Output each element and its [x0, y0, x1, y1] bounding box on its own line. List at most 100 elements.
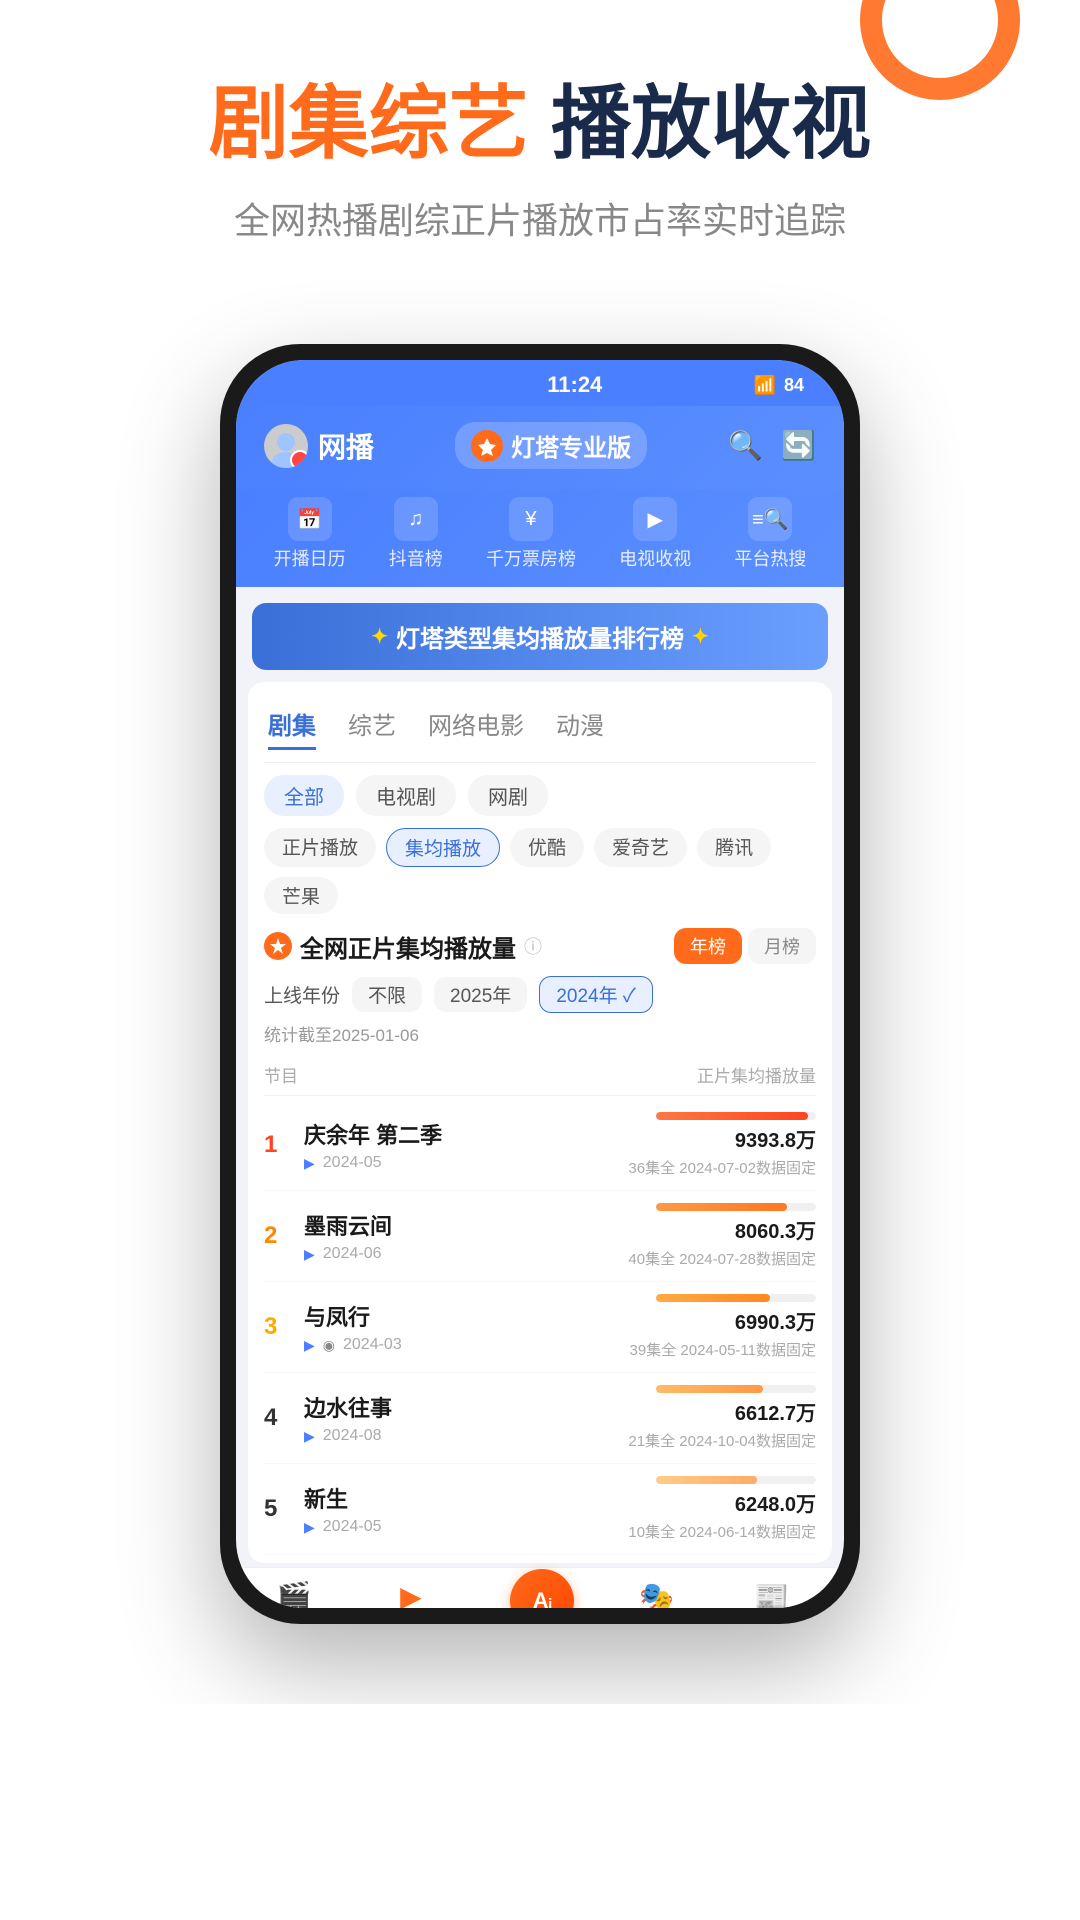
play-icon-4: ▶	[304, 1428, 315, 1445]
play-icon: ▶	[633, 497, 677, 541]
lighthouse-badge[interactable]: 灯塔专业版	[455, 422, 647, 469]
bar-fill-5	[656, 1476, 757, 1484]
shows-nav-icon: 🎭	[639, 1580, 674, 1608]
bottom-nav-center-ai[interactable]: Aᵢ	[510, 1569, 574, 1609]
rank-year-1: 2024-05	[323, 1154, 382, 1172]
bar-container-2	[656, 1203, 816, 1211]
cat-tab-drama[interactable]: 剧集	[268, 706, 316, 750]
banner-text: 灯塔类型集均播放量排行榜	[396, 619, 684, 654]
rank-title-5: 新生	[304, 1482, 628, 1514]
section-title-row: 全网正片集均播放量 ⓘ 年榜 月榜	[264, 928, 816, 964]
year-tag-2025[interactable]: 2025年	[434, 977, 527, 1012]
search-icon[interactable]: 🔍	[728, 429, 763, 462]
rank-right-4: 6612.7万 21集全 2024-10-04数据固定	[628, 1385, 816, 1451]
music-icon: ♫	[394, 497, 438, 541]
play-icon-2: ▶	[304, 1246, 315, 1263]
nav-tab-calendar[interactable]: 📅 开播日历	[274, 497, 346, 571]
platform-row: 正片播放 集均播放 优酷 爱奇艺 腾讯 芒果	[264, 828, 816, 914]
nav-tab-calendar-label: 开播日历	[274, 545, 346, 571]
rank-item-1[interactable]: 1 庆余年 第二季 ▶ 2024-05 9393	[264, 1100, 816, 1191]
table-header: 节目 正片集均播放量	[264, 1058, 816, 1096]
bottom-nav: 🎬 电影 ▶ 网播/收视 Aᵢ 🎭 演出 📰	[236, 1567, 844, 1608]
banner-star-left: ✦	[371, 624, 388, 649]
sub-pill-all[interactable]: 全部	[264, 775, 344, 816]
sub-pill-tv[interactable]: 电视剧	[356, 775, 456, 816]
nav-tabs: 📅 开播日历 ♫ 抖音榜 ¥ 千万票房榜 ▶ 电视收视	[236, 489, 844, 587]
bar-container-5	[656, 1476, 816, 1484]
rank-num-4: 4	[264, 1404, 300, 1432]
hero-subtitle: 全网热播剧综正片播放市占率实时追踪	[0, 192, 1080, 244]
rank-item-2[interactable]: 2 墨雨云间 ▶ 2024-06 8060.3万	[264, 1191, 816, 1282]
user-avatar[interactable]	[264, 424, 308, 468]
year-filter: 上线年份 不限 2025年 2024年 ✓	[264, 976, 816, 1013]
banner[interactable]: ✦ 灯塔类型集均播放量排行榜 ✦	[252, 603, 828, 670]
rank-right-5: 6248.0万 10集全 2024-06-14数据固定	[628, 1476, 816, 1542]
bar-fill-1	[656, 1112, 808, 1120]
app-header: 网播 灯塔专业版 🔍	[236, 406, 844, 489]
bottom-nav-movies[interactable]: 🎬 电影	[277, 1580, 312, 1608]
cat-tab-variety[interactable]: 综艺	[348, 706, 396, 750]
bar-fill-4	[656, 1385, 763, 1393]
rank-info-2: 墨雨云间 ▶ 2024-06	[300, 1209, 628, 1263]
rank-year-4: 2024-08	[323, 1427, 382, 1445]
rank-item-5[interactable]: 5 新生 ▶ 2024-05 6248.0万	[264, 1464, 816, 1555]
cat-tab-anime[interactable]: 动漫	[556, 706, 604, 750]
tag-tencent[interactable]: 腾讯	[697, 828, 771, 867]
nav-tab-search-label: 平台热搜	[734, 545, 806, 571]
rank-item-4[interactable]: 4 边水往事 ▶ 2024-08 6612.7万	[264, 1373, 816, 1464]
news-nav-icon: 📰	[754, 1580, 789, 1608]
battery-icon: 84	[784, 375, 804, 396]
rank-detail-4: 21集全 2024-10-04数据固定	[628, 1430, 816, 1451]
year-filter-label: 上线年份	[264, 981, 340, 1008]
bottom-nav-broadcast[interactable]: ▶ 网播/收视	[377, 1580, 445, 1608]
rank-item-3[interactable]: 3 与凤行 ▶ ◉ 2024-03	[264, 1282, 816, 1373]
rank-meta-5: ▶ 2024-05	[304, 1518, 628, 1536]
nav-tab-douyin[interactable]: ♫ 抖音榜	[389, 497, 443, 571]
cat-tab-movie[interactable]: 网络电影	[428, 706, 524, 750]
nav-tab-boxoffice[interactable]: ¥ 千万票房榜	[486, 497, 576, 571]
rank-num-1: 1	[264, 1131, 300, 1159]
nav-tab-tv[interactable]: ▶ 电视收视	[619, 497, 691, 571]
bottom-nav-shows[interactable]: 🎭 演出	[639, 1580, 674, 1608]
rank-btn-year[interactable]: 年榜	[674, 928, 742, 964]
year-tag-2024[interactable]: 2024年 ✓	[539, 976, 653, 1013]
info-icon[interactable]: ⓘ	[524, 933, 542, 959]
tag-youku[interactable]: 优酷	[510, 828, 584, 867]
section-title-left: 全网正片集均播放量 ⓘ	[264, 929, 542, 964]
bar-container-3	[656, 1294, 816, 1302]
rank-meta-2: ▶ 2024-06	[304, 1245, 628, 1263]
refresh-icon[interactable]: 🔄	[781, 429, 816, 462]
table-header-right: 正片集均播放量	[697, 1062, 816, 1087]
bottom-nav-news[interactable]: 📰 行业资讯	[739, 1580, 803, 1608]
rank-num-2: 2	[264, 1222, 300, 1250]
sub-pill-web[interactable]: 网剧	[468, 775, 548, 816]
bar-fill-2	[656, 1203, 787, 1211]
rank-right-2: 8060.3万 40集全 2024-07-28数据固定	[628, 1203, 816, 1269]
tag-iqiyi[interactable]: 爱奇艺	[594, 828, 687, 867]
calendar-icon: 📅	[288, 497, 332, 541]
year-tag-all[interactable]: 不限	[352, 977, 422, 1012]
rank-btn-month[interactable]: 月榜	[748, 928, 816, 964]
phone-mockup-container: 11:24 📶 84	[0, 344, 1080, 1704]
tag-original[interactable]: 正片播放	[264, 828, 376, 867]
status-time: 11:24	[547, 372, 602, 398]
tag-mango[interactable]: 芒果	[264, 877, 338, 914]
yuan-icon: ¥	[509, 497, 553, 541]
hero-section: 剧集综艺 播放收视 全网热播剧综正片播放市占率实时追踪	[0, 0, 1080, 284]
nav-tab-search[interactable]: ≡🔍 平台热搜	[734, 497, 806, 571]
category-tabs: 剧集 综艺 网络电影 动漫	[264, 698, 816, 763]
header-center[interactable]: 灯塔专业版	[455, 422, 647, 469]
rank-meta-4: ▶ 2024-08	[304, 1427, 628, 1445]
rank-title-4: 边水往事	[304, 1391, 628, 1423]
sub-pills: 全部 电视剧 网剧	[264, 775, 816, 816]
rank-value-2: 8060.3万	[735, 1215, 816, 1244]
rank-buttons: 年榜 月榜	[674, 928, 816, 964]
rank-info-1: 庆余年 第二季 ▶ 2024-05	[300, 1118, 628, 1172]
tag-episode-avg[interactable]: 集均播放	[386, 828, 500, 867]
rank-value-5: 6248.0万	[735, 1488, 816, 1517]
rank-title-2: 墨雨云间	[304, 1209, 628, 1241]
rank-detail-1: 36集全 2024-07-02数据固定	[628, 1157, 816, 1178]
rank-value-1: 9393.8万	[735, 1124, 816, 1153]
rank-right-3: 6990.3万 39集全 2024-05-11数据固定	[630, 1294, 816, 1360]
nav-tab-tv-label: 电视收视	[619, 545, 691, 571]
